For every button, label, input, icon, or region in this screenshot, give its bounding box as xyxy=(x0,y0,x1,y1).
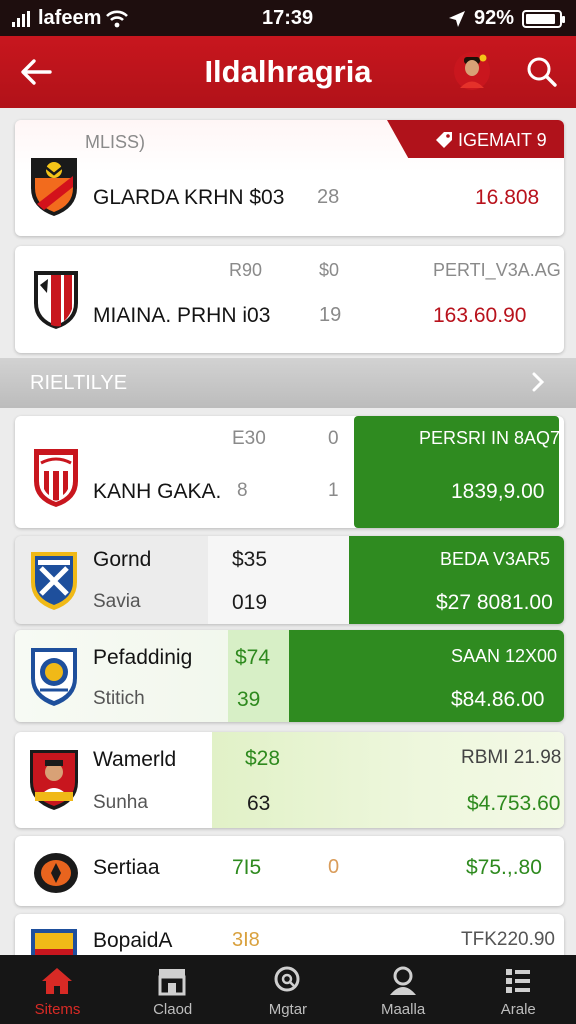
team-name: MIAINA. PRHN i03 xyxy=(93,304,271,327)
status-time: 17:39 xyxy=(262,7,314,29)
team-stat: 19 xyxy=(319,304,342,326)
value-label: SAAN 12X00 xyxy=(451,646,558,666)
signal-icon xyxy=(12,10,30,27)
column-header: PERTI_V3A.AG xyxy=(433,260,561,280)
stat-value: 0 xyxy=(328,856,340,878)
team-subtitle: Stitich xyxy=(93,688,145,709)
stat-value: 3I8 xyxy=(232,929,260,951)
team-stat: 28 xyxy=(317,186,340,208)
team-value: 163.60.90 xyxy=(433,304,527,327)
team-crest-icon xyxy=(27,746,81,812)
avatar-face-icon xyxy=(460,54,487,88)
stat-header: $35 xyxy=(232,548,268,571)
search-button[interactable] xyxy=(520,52,564,92)
battery-fill xyxy=(526,13,556,24)
app-header: Ildalhragria xyxy=(0,36,576,108)
section-title: RIELTILYE xyxy=(30,372,128,394)
stat-header: 0 xyxy=(328,428,339,449)
stat-value: 8 xyxy=(237,480,248,501)
team-name: KANH GAKA. xyxy=(93,480,222,503)
list-item[interactable]: KANH GAKA. E30 8 0 1 PERSRI IN 8AQ76 183… xyxy=(15,416,564,528)
team-crest-icon xyxy=(29,266,83,332)
list-item[interactable]: Sertiaa 7I5 0 $75.,.80 xyxy=(15,836,564,906)
section-header[interactable]: RIELTILYE xyxy=(0,358,576,408)
battery-icon xyxy=(522,9,565,28)
value-label: PERSRI IN 8AQ76 xyxy=(419,428,564,448)
team-card[interactable]: R90 $0 PERTI_V3A.AG MIAINA. PRHN i03 19 … xyxy=(15,246,564,353)
nav-item-mgtar[interactable]: Mgtar xyxy=(230,955,345,1024)
nav-label: Arale xyxy=(500,1001,536,1018)
chevron-right-icon xyxy=(532,372,545,392)
nav-item-maalla[interactable]: Maalla xyxy=(346,955,461,1024)
battery-percent: 92% xyxy=(473,7,514,29)
column-header: R90 xyxy=(229,260,263,280)
list-item[interactable]: Wamerld Sunha $28 63 RBMI 21.98 $4.753.6… xyxy=(15,732,564,828)
team-crest-icon xyxy=(27,547,81,613)
list-item[interactable]: Pefaddinig Stitich $74 39 SAAN 12X00 $84… xyxy=(15,630,564,722)
nav-label: Maalla xyxy=(380,1001,426,1018)
nav-label: Sitems xyxy=(34,1001,81,1018)
team-crest-icon xyxy=(29,444,83,510)
status-bar: lafeem 17:39 92% xyxy=(0,0,576,36)
home-icon xyxy=(37,964,77,998)
value-label: BEDA V3AR5 xyxy=(440,549,551,569)
value-amount: $84.86.00 xyxy=(451,688,545,711)
nav-item-sitems[interactable]: Sitems xyxy=(0,955,115,1024)
stat-value: 019 xyxy=(232,591,268,614)
team-crest-icon xyxy=(27,153,81,219)
grid-icon xyxy=(498,964,538,998)
search-icon xyxy=(527,57,557,87)
nav-item-arale[interactable]: Arale xyxy=(461,955,576,1024)
team-name: Pefaddinig xyxy=(93,646,193,669)
stat-value: 39 xyxy=(237,688,261,711)
stat-value: 7I5 xyxy=(232,856,262,879)
team-name: Sertiaa xyxy=(93,856,160,879)
wifi-icon xyxy=(106,10,129,27)
card-badge-label: IGEMAIT 9 xyxy=(458,130,547,150)
nav-item-claod[interactable]: Claod xyxy=(115,955,230,1024)
status-right: 92% xyxy=(448,7,565,30)
screen: lafeem 17:39 92% Ildalhragria MLISS) IGE… xyxy=(0,0,576,1024)
team-name: Wamerld xyxy=(93,748,177,771)
column-header: $0 xyxy=(319,260,340,280)
value-label: TFK220.90 xyxy=(461,929,555,950)
nav-label: Mgtar xyxy=(268,1001,308,1018)
stat-header: $74 xyxy=(235,646,271,669)
tag-icon xyxy=(436,132,452,148)
value-amount: $27 8081.00 xyxy=(436,591,553,614)
team-card[interactable]: MLISS) IGEMAIT 9 GLARDA KRHN $03 28 16.8… xyxy=(15,120,564,236)
search-circle-icon xyxy=(267,964,307,998)
stat-value: 63 xyxy=(247,792,271,815)
team-name: BopaidA xyxy=(93,929,173,952)
team-subtitle: Savia xyxy=(93,591,141,612)
team-value: 16.808 xyxy=(475,186,540,209)
store-icon xyxy=(152,964,192,998)
value-amount: $75.,.80 xyxy=(466,856,542,879)
status-left: lafeem xyxy=(12,7,129,30)
team-name: GLARDA KRHN $03 xyxy=(93,186,285,209)
stat-header: $28 xyxy=(245,747,281,770)
stat-column-bg xyxy=(208,536,358,624)
list-item[interactable]: Gornd Savia $35 019 BEDA V3AR5 $27 8081.… xyxy=(15,536,564,624)
team-subtitle: Sunha xyxy=(93,792,148,813)
location-arrow-icon xyxy=(448,10,465,27)
stat-header: E30 xyxy=(232,428,266,449)
team-name: Gornd xyxy=(93,548,152,571)
carrier-label: lafeem xyxy=(38,7,102,29)
profile-avatar[interactable] xyxy=(454,52,490,90)
stat-value: 1 xyxy=(328,480,339,501)
value-amount: 1839,9.00 xyxy=(451,480,545,503)
team-crest-icon xyxy=(29,838,83,904)
value-amount: $4.753.60 xyxy=(467,792,561,815)
value-label: RBMI 21.98 xyxy=(461,747,562,768)
bottom-nav: Sitems Claod Mgtar Maalla Arale xyxy=(0,955,576,1024)
team-crest-icon xyxy=(27,643,81,709)
person-icon xyxy=(383,964,423,998)
nav-label: Claod xyxy=(153,1001,193,1018)
card-header-label: MLISS) xyxy=(85,132,146,152)
